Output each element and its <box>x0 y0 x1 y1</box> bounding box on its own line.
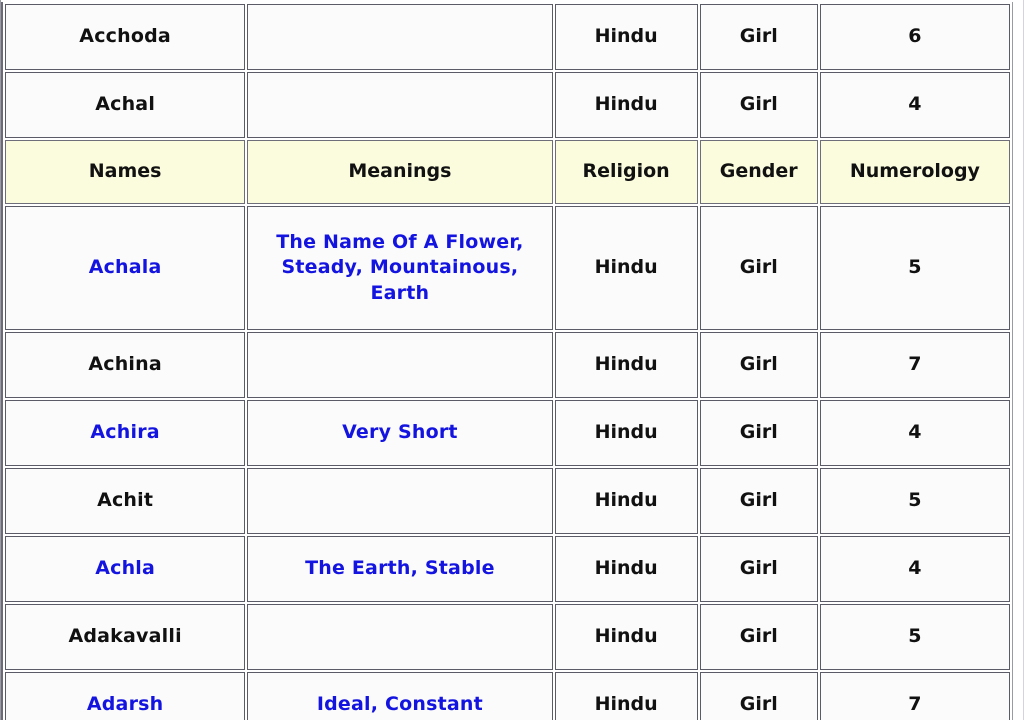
numerology-text: 4 <box>819 536 1010 602</box>
meaning-empty <box>247 332 553 398</box>
name-text: Achit <box>5 468 246 534</box>
name-link[interactable]: Achla <box>5 536 246 602</box>
baby-names-table: Acchoda Hindu Girl 6 Achal Hindu Girl 4 Names Mea… <box>1 2 1013 720</box>
table-row: Achira Very Short Hindu Girl 4 <box>5 400 1010 466</box>
gender-text: Girl <box>699 604 818 670</box>
name-text: Adakavalli <box>5 604 246 670</box>
numerology-text: 7 <box>819 332 1010 398</box>
table-row: Achit Hindu Girl 5 <box>5 468 1010 534</box>
gender-text: Girl <box>699 206 818 330</box>
numerology-text: 5 <box>819 206 1010 330</box>
name-text: Achal <box>5 72 246 138</box>
numerology-text: 7 <box>819 672 1010 720</box>
page-left-edge <box>0 0 1 720</box>
name-text: Acchoda <box>5 4 246 70</box>
table-row: Acchoda Hindu Girl 6 <box>5 4 1010 70</box>
numerology-text: 4 <box>819 400 1010 466</box>
meaning-empty <box>247 468 553 534</box>
numerology-text: 5 <box>819 604 1010 670</box>
name-text: Achina <box>5 332 246 398</box>
column-header-name[interactable]: Names <box>5 140 246 204</box>
numerology-text: 6 <box>819 4 1010 70</box>
column-header-numerology[interactable]: Numerology <box>819 140 1010 204</box>
religion-text: Hindu <box>554 332 698 398</box>
religion-text: Hindu <box>554 72 698 138</box>
numerology-text: 5 <box>819 468 1010 534</box>
table-row: Achla The Earth, Stable Hindu Girl 4 <box>5 536 1010 602</box>
table-row: Adarsh Ideal, Constant Hindu Girl 7 <box>5 672 1010 720</box>
table-row: Achala The Name Of A Flower, Steady, Moun… <box>5 206 1010 330</box>
name-link[interactable]: Achira <box>5 400 246 466</box>
gender-text: Girl <box>699 72 818 138</box>
meaning-empty <box>247 4 553 70</box>
religion-text: Hindu <box>554 672 698 720</box>
table-header-row: Names Meanings Religion Gender Numerology <box>5 140 1010 204</box>
column-header-religion[interactable]: Religion <box>554 140 698 204</box>
gender-text: Girl <box>699 672 818 720</box>
meaning-empty <box>247 72 553 138</box>
gender-text: Girl <box>699 332 818 398</box>
names-table-container: Acchoda Hindu Girl 6 Achal Hindu Girl 4 Names Mea… <box>0 0 1024 720</box>
religion-text: Hindu <box>554 604 698 670</box>
gender-text: Girl <box>699 4 818 70</box>
gender-text: Girl <box>699 400 818 466</box>
religion-text: Hindu <box>554 400 698 466</box>
gender-text: Girl <box>699 468 818 534</box>
meaning-link[interactable]: Ideal, Constant <box>247 672 553 720</box>
gender-text: Girl <box>699 536 818 602</box>
meaning-link[interactable]: Very Short <box>247 400 553 466</box>
table-row: Adakavalli Hindu Girl 5 <box>5 604 1010 670</box>
column-header-meaning[interactable]: Meanings <box>247 140 553 204</box>
religion-text: Hindu <box>554 4 698 70</box>
religion-text: Hindu <box>554 468 698 534</box>
table-row: Achal Hindu Girl 4 <box>5 72 1010 138</box>
meaning-link[interactable]: The Earth, Stable <box>247 536 553 602</box>
religion-text: Hindu <box>554 536 698 602</box>
name-link[interactable]: Adarsh <box>5 672 246 720</box>
numerology-text: 4 <box>819 72 1010 138</box>
column-header-gender[interactable]: Gender <box>699 140 818 204</box>
table-row: Achina Hindu Girl 7 <box>5 332 1010 398</box>
name-link[interactable]: Achala <box>5 206 246 330</box>
religion-text: Hindu <box>554 206 698 330</box>
table-body: Acchoda Hindu Girl 6 Achal Hindu Girl 4 Names Mea… <box>5 4 1010 720</box>
meaning-link[interactable]: The Name Of A Flower, Steady, Mountainou… <box>247 206 553 330</box>
meaning-empty <box>247 604 553 670</box>
